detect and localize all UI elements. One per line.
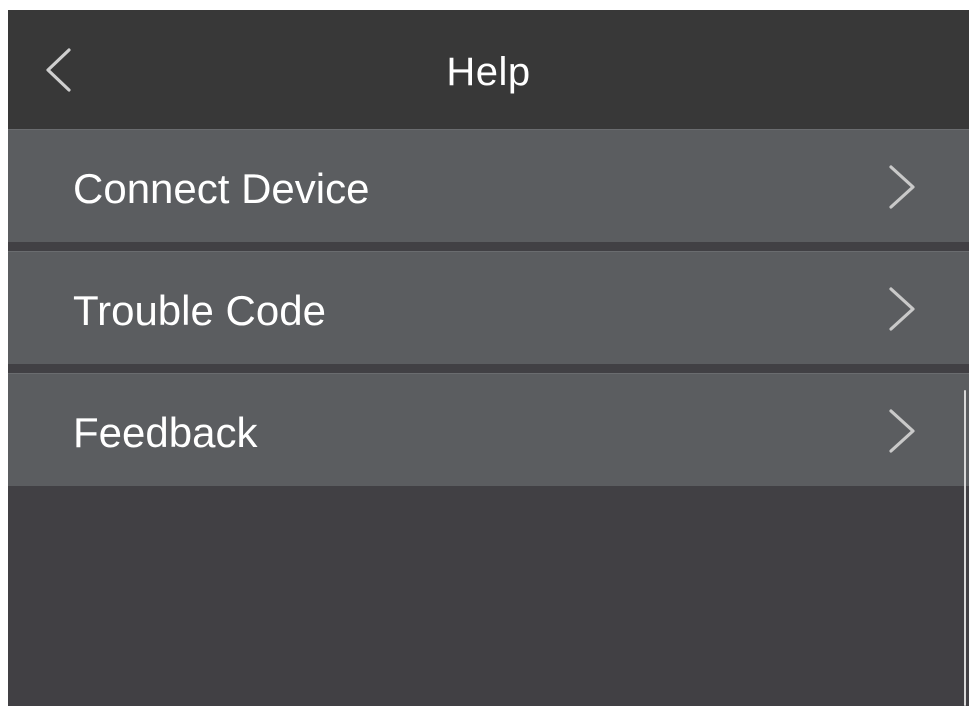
screen-edge-divider [964,390,966,706]
help-menu: Connect Device Trouble Code Feedback [8,129,969,486]
menu-item-label: Connect Device [73,165,370,212]
chevron-right-icon [885,163,919,211]
menu-item-trouble-code[interactable]: Trouble Code [8,251,969,364]
chevron-right-icon [885,285,919,333]
menu-item-label: Feedback [73,409,258,456]
menu-item-feedback[interactable]: Feedback [8,373,969,486]
header-bar: Help [8,10,969,129]
page-title: Help [446,50,531,94]
menu-item-label: Trouble Code [73,287,326,334]
help-screen: Help Connect Device Trouble Code Feedbac… [8,10,969,706]
menu-item-connect-device[interactable]: Connect Device [8,129,969,242]
chevron-right-icon [885,407,919,455]
